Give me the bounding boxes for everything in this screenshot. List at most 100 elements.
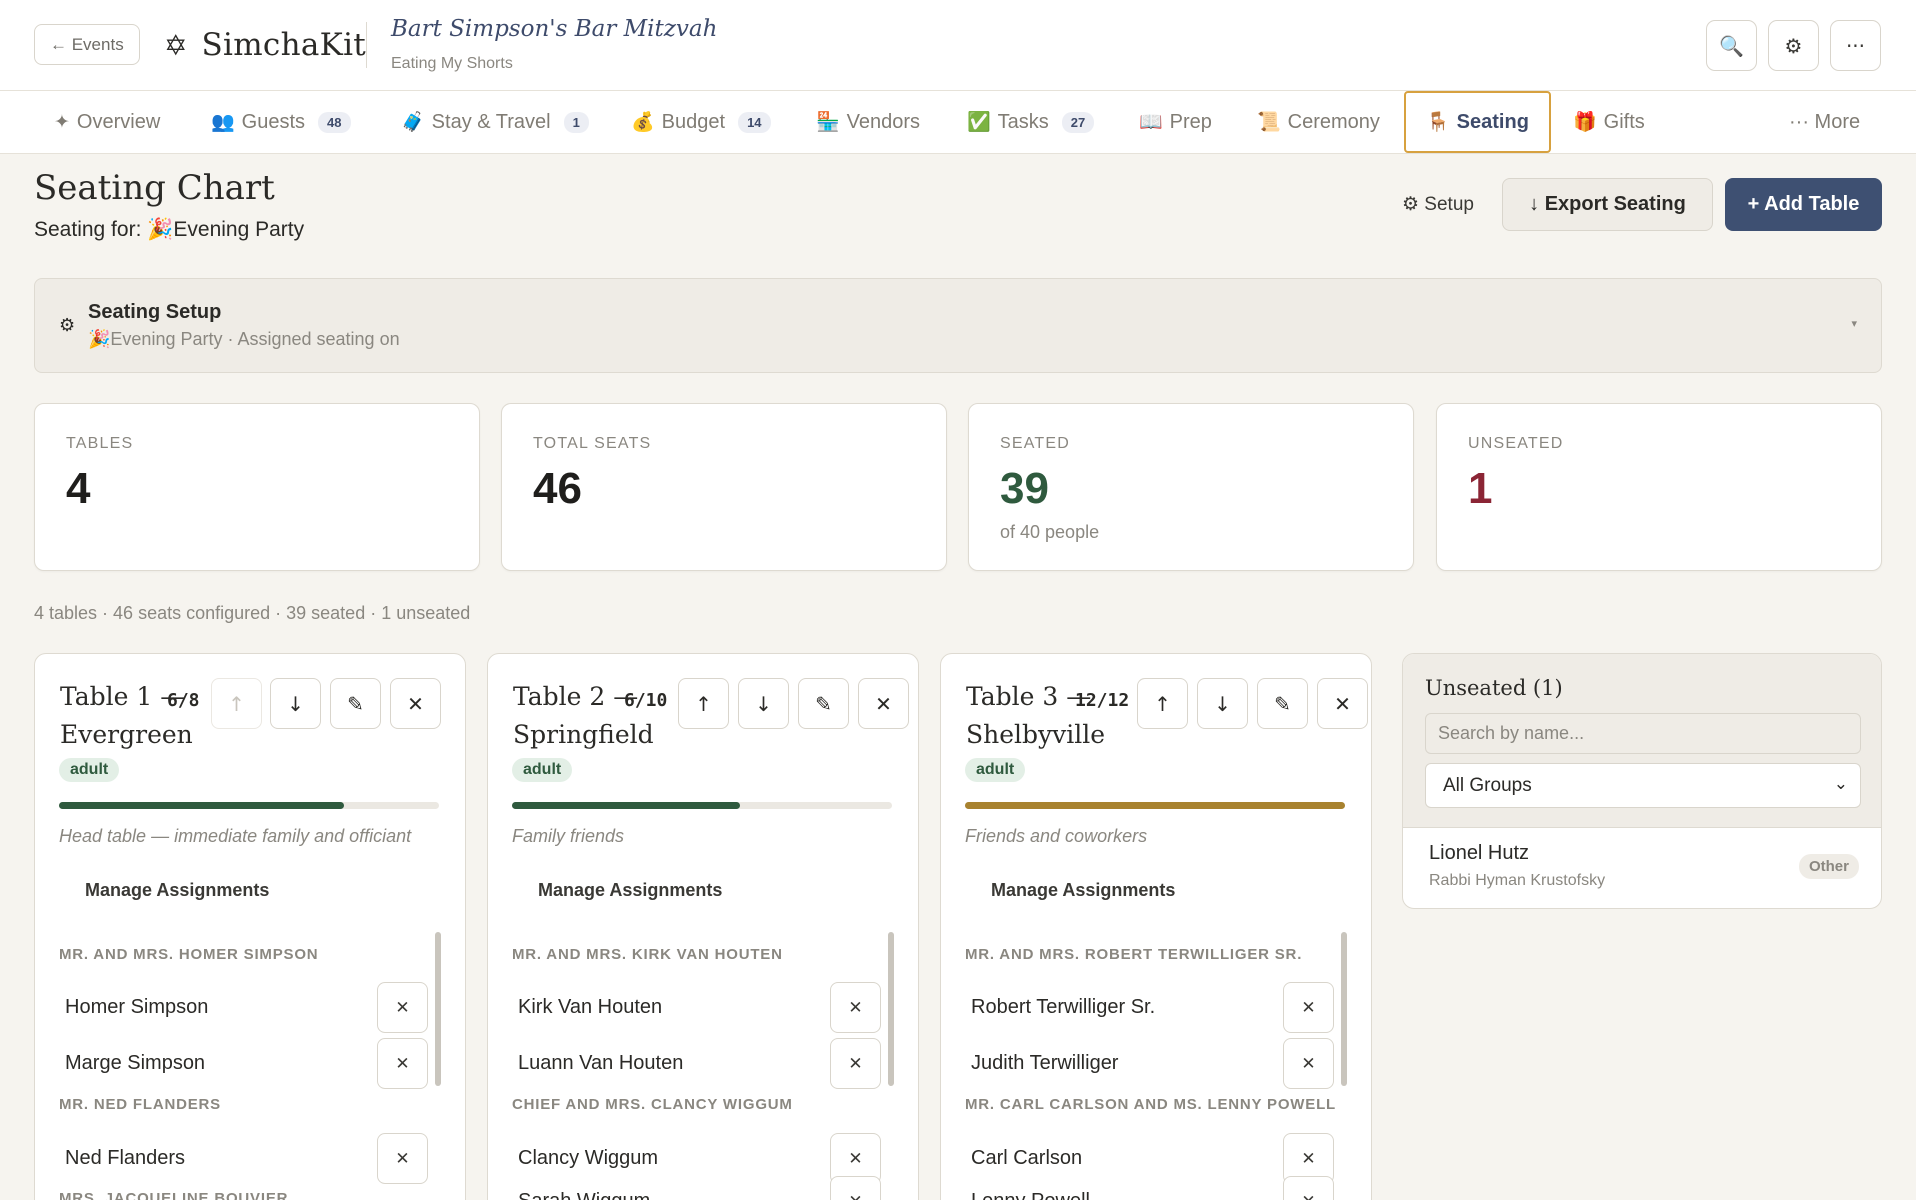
close-icon: ✕ — [848, 1192, 862, 1200]
table-card: Table 2 — Springfield 6/10 ↑ ↓ ✎ ✕ adult Family… — [487, 653, 919, 1200]
household-group-label: MRS. JACQUELINE BOUVIER — [59, 1190, 289, 1200]
household-group-label: MR. AND MRS. ROBERT TERWILLIGER SR. — [965, 946, 1303, 963]
count-badge: 48 — [318, 111, 351, 133]
seated-guest-name: Clancy Wiggum — [518, 1147, 659, 1169]
group-filter-select[interactable]: All Groups ⌄ — [1425, 763, 1861, 808]
event-title: Bart Simpson's Bar Mitzvah — [391, 16, 718, 42]
move-down-button[interactable]: ↓ — [738, 678, 789, 729]
manage-assignments-button[interactable]: Manage Assignments — [85, 880, 269, 901]
seating-setup-panel[interactable]: ⚙ Seating Setup 🎉Evening Party · Assigne… — [34, 278, 1882, 373]
tab-tasks[interactable]: ✅ Tasks 27 — [967, 91, 1095, 153]
arrow-up-icon: ↑ — [1154, 691, 1171, 716]
seated-guest-name: Lenny Powell — [971, 1190, 1090, 1200]
chevron-down-icon: ⌄ — [1833, 774, 1848, 793]
unseat-guest-button[interactable]: ✕ — [1283, 1176, 1334, 1200]
add-table-button[interactable]: + Add Table — [1725, 178, 1882, 231]
back-label: ← Events — [50, 34, 124, 54]
household-group-label: MR. NED FLANDERS — [59, 1096, 221, 1113]
unseat-guest-button[interactable]: ✕ — [377, 1038, 428, 1089]
capacity-bar-fill — [965, 802, 1345, 809]
unseat-guest-button[interactable]: ✕ — [830, 1176, 881, 1200]
edit-table-button[interactable]: ✎ — [330, 678, 381, 729]
tab-more[interactable]: ··· More — [1789, 91, 1860, 153]
event-subtitle: Eating My Shorts — [391, 55, 513, 72]
seated-guest-name: Sarah Wiggum — [518, 1190, 650, 1200]
page-title: Seating Chart — [34, 168, 275, 208]
add-table-label: + Add Table — [1747, 193, 1860, 215]
tab-gifts[interactable]: 🎁 Gifts — [1573, 91, 1645, 153]
scrollbar[interactable] — [888, 932, 894, 1086]
close-icon: ✕ — [848, 1053, 863, 1074]
group-pill: Other — [1798, 854, 1859, 879]
stat-label: TABLES — [66, 435, 134, 452]
arrow-down-icon: ↓ — [1214, 691, 1231, 716]
stat-note: of 40 people — [1000, 522, 1100, 542]
settings-button[interactable]: ⚙ — [1768, 20, 1819, 71]
tab-vendors[interactable]: 🏪 Vendors — [816, 91, 920, 153]
delete-table-button[interactable]: ✕ — [858, 678, 909, 729]
capacity-bar-fill — [59, 802, 344, 809]
search-icon: 🔍 — [1719, 33, 1744, 58]
top-bar: ← Events ✡ SimchaKit Bart Simpson's Bar … — [0, 0, 1916, 91]
tab-prep[interactable]: 📖 Prep — [1139, 91, 1212, 153]
table-description: Family friends — [512, 826, 625, 846]
people-icon: 👥 — [211, 112, 235, 133]
close-icon: ✕ — [395, 1148, 410, 1169]
tab-seating[interactable]: 🪑 Seating — [1404, 91, 1551, 153]
delete-table-button[interactable]: ✕ — [390, 678, 441, 729]
checkmark-icon: ✅ — [967, 112, 991, 133]
search-button[interactable]: 🔍 — [1706, 20, 1757, 71]
close-icon: ✕ — [848, 1148, 863, 1169]
household-group-label: MR. AND MRS. KIRK VAN HOUTEN — [512, 946, 783, 963]
unseat-guest-button[interactable]: ✕ — [1283, 1038, 1334, 1089]
edit-table-button[interactable]: ✎ — [1257, 678, 1308, 729]
close-icon: ✕ — [1334, 691, 1351, 716]
tab-budget[interactable]: 💰 Budget 14 — [631, 91, 771, 153]
capacity-bar — [512, 802, 892, 809]
pencil-icon: ✎ — [1274, 691, 1291, 716]
delete-table-button[interactable]: ✕ — [1317, 678, 1368, 729]
unseat-guest-button[interactable]: ✕ — [830, 982, 881, 1033]
move-up-button[interactable]: ↑ — [211, 678, 262, 729]
stat-value: 1 — [1468, 464, 1493, 513]
caret-down-icon[interactable]: ▾ — [1851, 317, 1857, 330]
table-description: Friends and coworkers — [965, 826, 1148, 846]
count-badge: 1 — [563, 111, 589, 133]
back-to-events-button[interactable]: ← Events — [34, 24, 140, 65]
unseated-search-input[interactable]: Search by name... — [1425, 713, 1861, 754]
move-up-button[interactable]: ↑ — [1137, 678, 1188, 729]
tab-stay-travel[interactable]: 🧳 Stay & Travel 1 — [401, 91, 589, 153]
unseat-guest-button[interactable]: ✕ — [1283, 982, 1334, 1033]
setup-panel-title: Seating Setup — [88, 301, 222, 323]
unseat-guest-button[interactable]: ✕ — [377, 982, 428, 1033]
move-down-button[interactable]: ↓ — [270, 678, 321, 729]
table-type-tag: adult — [59, 758, 120, 782]
book-icon: 📖 — [1139, 112, 1163, 133]
move-down-button[interactable]: ↓ — [1197, 678, 1248, 729]
setup-button[interactable]: ⚙ Setup — [1402, 193, 1474, 216]
pencil-icon: ✎ — [815, 691, 832, 716]
seated-guest-name: Ned Flanders — [65, 1147, 186, 1169]
stat-value: 46 — [533, 464, 582, 513]
edit-table-button[interactable]: ✎ — [798, 678, 849, 729]
export-seating-button[interactable]: ↓ Export Seating — [1502, 178, 1713, 231]
move-up-button[interactable]: ↑ — [678, 678, 729, 729]
unseat-guest-button[interactable]: ✕ — [830, 1038, 881, 1089]
manage-assignments-button[interactable]: Manage Assignments — [538, 880, 722, 901]
seated-guest-name: Marge Simpson — [65, 1052, 206, 1074]
count-badge: 14 — [738, 111, 771, 133]
table-card: Table 3 — Shelbyville 12/12 ↑ ↓ ✎ ✕ adult Frien… — [940, 653, 1372, 1200]
unseat-guest-button[interactable]: ✕ — [377, 1133, 428, 1184]
close-icon: ✕ — [1301, 1192, 1315, 1200]
tab-overview[interactable]: ✦ Overview — [54, 91, 160, 153]
scrollbar[interactable] — [1341, 932, 1347, 1086]
manage-assignments-button[interactable]: Manage Assignments — [991, 880, 1175, 901]
household-group-label: CHIEF AND MRS. CLANCY WIGGUM — [512, 1096, 793, 1113]
scrollbar[interactable] — [435, 932, 441, 1086]
capacity-bar — [965, 802, 1345, 809]
subtitle-event: 🎉Evening Party — [147, 218, 305, 241]
table-description: Head table — immediate family and offici… — [59, 826, 412, 846]
more-menu-button[interactable]: ··· — [1830, 20, 1881, 71]
tab-ceremony[interactable]: 📜 Ceremony — [1257, 91, 1380, 153]
tab-guests[interactable]: 👥 Guests 48 — [211, 91, 351, 153]
